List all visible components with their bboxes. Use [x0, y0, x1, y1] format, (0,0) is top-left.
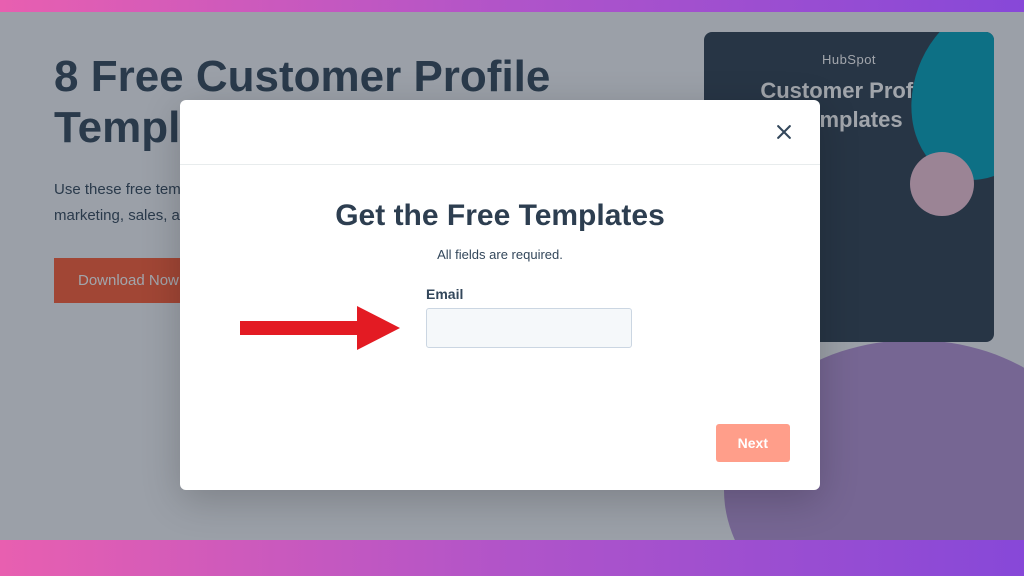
email-label: Email	[426, 286, 790, 302]
get-templates-modal: Get the Free Templates All fields are re…	[180, 100, 820, 490]
close-icon	[774, 122, 794, 142]
page-wrapper: 8 Free Customer Profile Templates Use th…	[0, 12, 1024, 540]
email-field[interactable]	[426, 308, 632, 348]
close-button[interactable]	[770, 118, 798, 146]
modal-header	[180, 100, 820, 165]
modal-subtitle: All fields are required.	[210, 247, 790, 262]
modal-body: Get the Free Templates All fields are re…	[180, 165, 820, 368]
modal-title: Get the Free Templates	[210, 199, 790, 233]
next-button[interactable]: Next	[716, 424, 790, 462]
